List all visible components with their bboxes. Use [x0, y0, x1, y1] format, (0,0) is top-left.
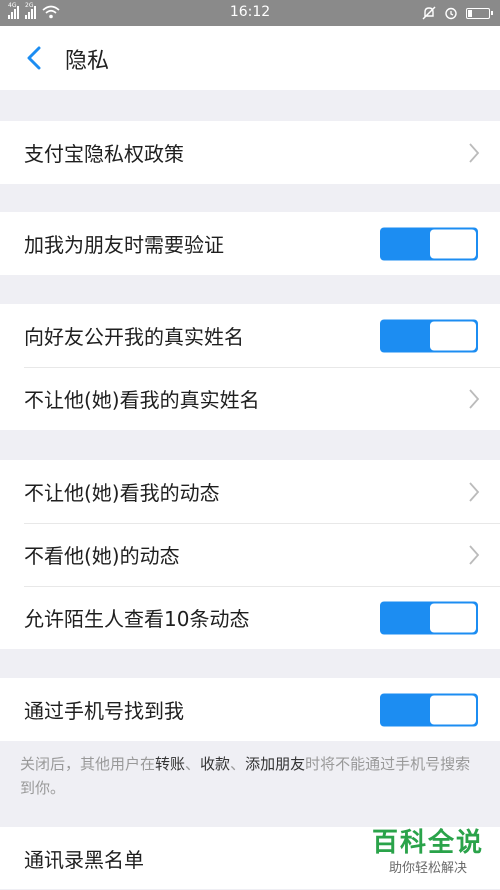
show-real-name-row: 向好友公开我的真实姓名 — [0, 304, 500, 367]
row-label: 加我为朋友时需要验证 — [24, 233, 224, 257]
page-title: 隐私 — [65, 49, 110, 74]
find-by-phone-toggle[interactable] — [380, 693, 478, 726]
ignore-moments-row[interactable]: 不看他(她)的动态 — [0, 523, 500, 586]
row-label: 通讯录黑名单 — [24, 848, 144, 872]
back-arrow-icon — [27, 46, 41, 70]
settings-group-moments: 不让他(她)看我的动态 不看他(她)的动态 允许陌生人查看10条动态 — [0, 460, 500, 649]
row-label: 不看他(她)的动态 — [24, 544, 180, 568]
toggle-knob — [430, 695, 476, 724]
alipay-privacy-policy-row[interactable]: 支付宝隐私权政策 — [0, 121, 500, 184]
row-label: 允许陌生人查看10条动态 — [24, 607, 250, 631]
verify-friend-toggle[interactable] — [380, 227, 478, 260]
stranger-moments-toggle[interactable] — [380, 601, 478, 634]
chevron-right-icon — [469, 388, 480, 409]
toggle-knob — [430, 321, 476, 350]
back-button[interactable] — [18, 42, 50, 74]
footnote-highlight-collect: 收款 — [200, 755, 231, 773]
find-by-phone-row: 通过手机号找到我 — [0, 678, 500, 741]
footnote-separator: 、 — [185, 755, 201, 773]
settings-group-phone: 通过手机号找到我 — [0, 678, 500, 741]
verify-friend-row: 加我为朋友时需要验证 — [0, 212, 500, 275]
toggle-knob — [430, 603, 476, 632]
settings-group-policy: 支付宝隐私权政策 — [0, 121, 500, 184]
hide-real-name-row[interactable]: 不让他(她)看我的真实姓名 — [0, 367, 500, 430]
chevron-right-icon — [469, 481, 480, 502]
settings-group-real-name: 向好友公开我的真实姓名 不让他(她)看我的真实姓名 — [0, 304, 500, 430]
row-label: 通过手机号找到我 — [24, 699, 184, 723]
footnote-highlight-add-friend: 添加朋友 — [245, 755, 306, 773]
settings-group-verify: 加我为朋友时需要验证 — [0, 212, 500, 275]
row-label: 向好友公开我的真实姓名 — [24, 325, 244, 349]
row-label: 不让他(她)看我的真实姓名 — [24, 388, 260, 412]
footnote-text: 关闭后，其他用户在 — [20, 755, 156, 773]
watermark-title: 百科全说 — [371, 828, 484, 858]
row-label: 不让他(她)看我的动态 — [24, 481, 220, 505]
watermark-subtitle: 助你轻松解决 — [388, 861, 467, 876]
footnote-highlight-transfer: 转账 — [155, 755, 186, 773]
row-label: 支付宝隐私权政策 — [24, 142, 184, 166]
toggle-knob — [430, 229, 476, 258]
navigation-bar: 隐私 — [0, 26, 500, 90]
find-by-phone-footnote: 关闭后，其他用户在转账、收款、添加朋友时将不能通过手机号搜索到你。 — [20, 752, 480, 800]
hide-moments-row[interactable]: 不让他(她)看我的动态 — [0, 460, 500, 523]
alarm-icon — [445, 7, 457, 20]
status-bar: 4G 2G 16:12 — [0, 0, 500, 26]
footnote-separator: 、 — [230, 755, 246, 773]
chevron-right-icon — [469, 142, 480, 163]
mute-bell-icon — [422, 6, 436, 20]
chevron-right-icon — [469, 544, 480, 565]
watermark-logo: 百科全说 助你轻松解决 — [370, 826, 486, 878]
battery-icon — [466, 7, 493, 19]
stranger-moments-row: 允许陌生人查看10条动态 — [0, 586, 500, 649]
show-real-name-toggle[interactable] — [380, 319, 478, 352]
